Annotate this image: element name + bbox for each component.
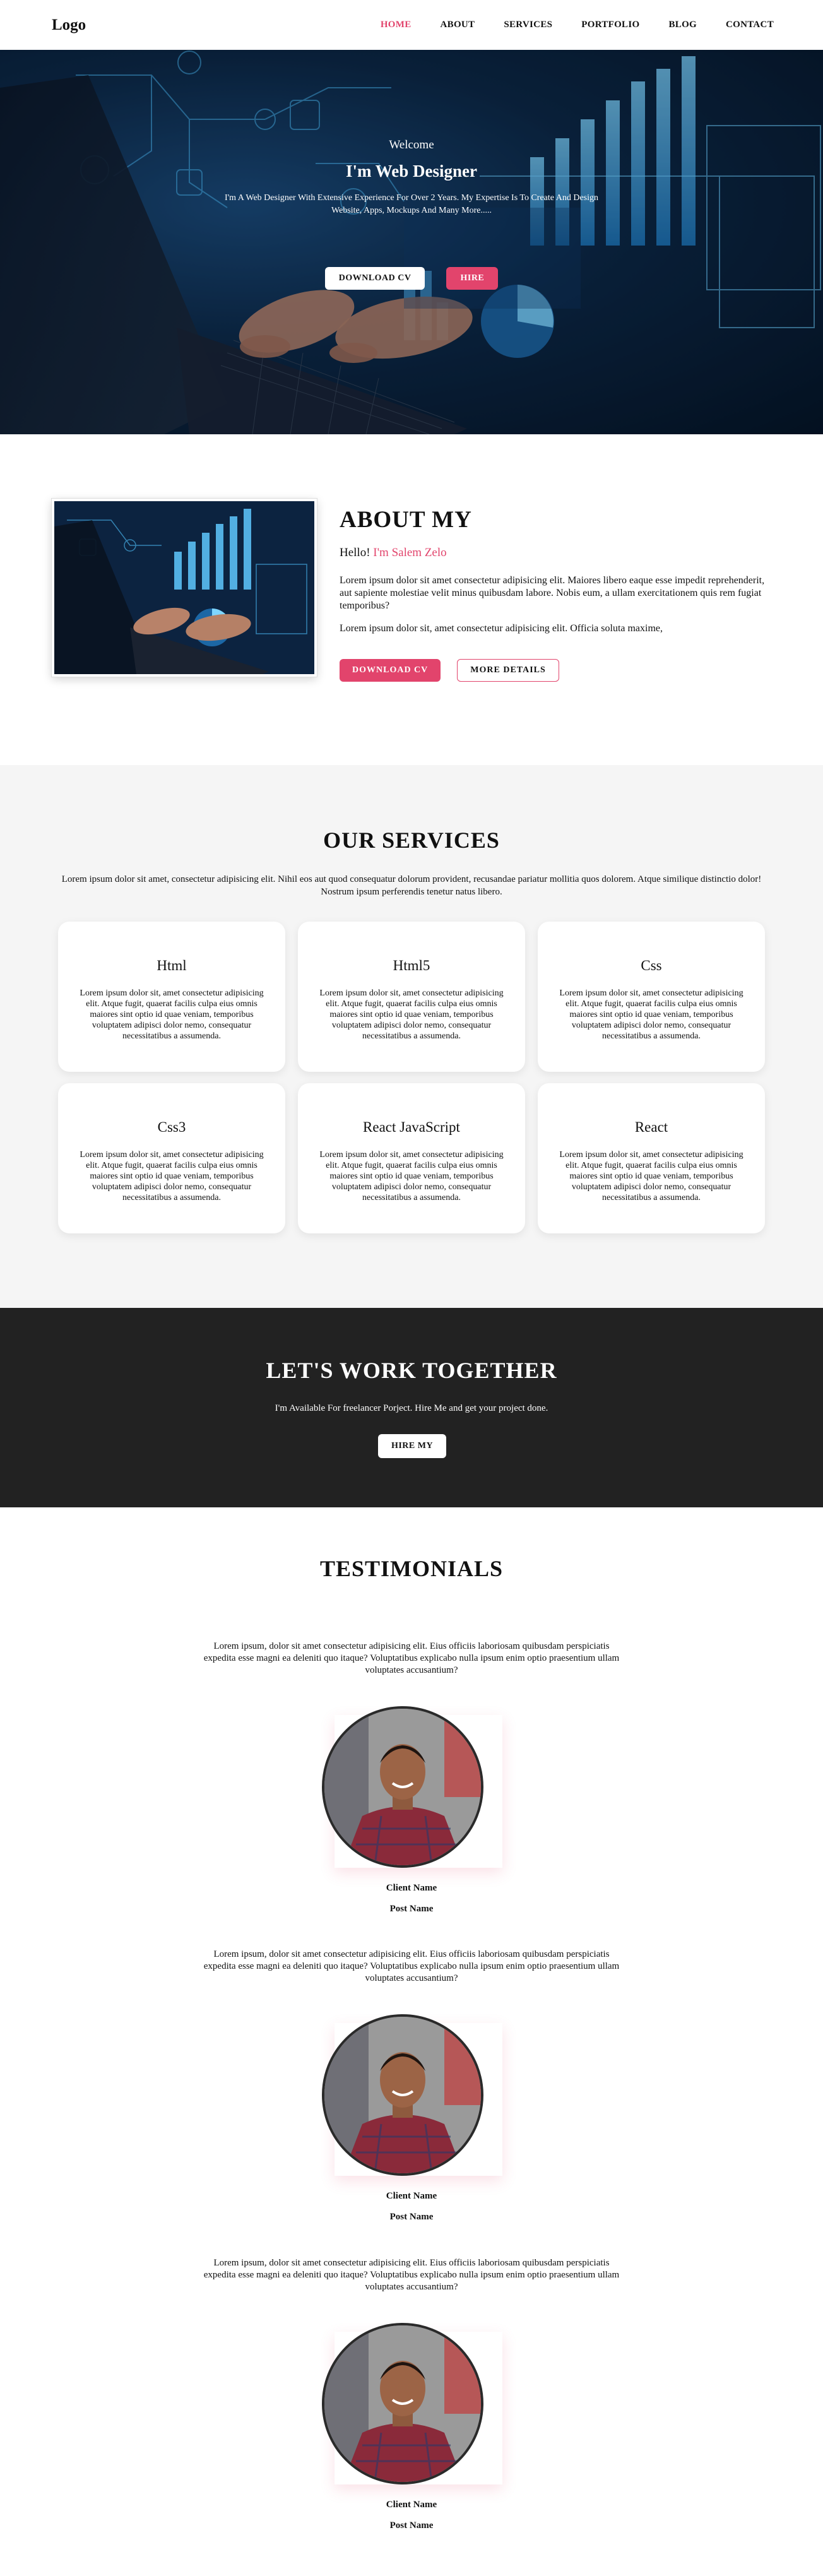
nav-link-about[interactable]: ABOUT: [441, 20, 475, 30]
client-post: Post Name: [389, 2520, 434, 2531]
hero-title: I'm Web Designer: [346, 162, 477, 181]
navbar: Logo HOME ABOUT SERVICES PORTFOLIO BLOG …: [0, 0, 823, 50]
service-card: Css3 Lorem ipsum dolor sit, amet consect…: [58, 1083, 285, 1233]
nav-link-services[interactable]: SERVICES: [504, 20, 552, 30]
service-card-title: React JavaScript: [363, 1119, 460, 1135]
service-card: Css Lorem ipsum dolor sit, amet consecte…: [538, 922, 765, 1072]
testimonial-quote: Lorem ipsum, dolor sit amet consectetur …: [203, 1949, 620, 1984]
service-card: React Lorem ipsum dolor sit, amet consec…: [538, 1083, 765, 1233]
hero-overlay: [0, 50, 823, 434]
hero-welcome: Welcome: [389, 138, 434, 151]
service-card: Html5 Lorem ipsum dolor sit, amet consec…: [298, 922, 525, 1072]
about-paragraph-1: Lorem ipsum dolor sit amet consectetur a…: [340, 575, 765, 611]
testimonial-item: Lorem ipsum, dolor sit amet consectetur …: [0, 1641, 823, 1937]
service-card-text: Lorem ipsum dolor sit, amet consectetur …: [319, 988, 504, 1042]
nav-link-portfolio[interactable]: PORTFOLIO: [581, 20, 639, 30]
client-name: Client Name: [386, 2500, 437, 2510]
client-name: Client Name: [386, 1883, 437, 1893]
client-post: Post Name: [389, 2212, 434, 2222]
hero-section: Welcome I'm Web Designer I'm A Web Desig…: [0, 50, 823, 434]
nav-links: HOME ABOUT SERVICES PORTFOLIO BLOG CONTA…: [352, 20, 774, 30]
client-avatar: [322, 2014, 483, 2176]
logo[interactable]: Logo: [52, 16, 86, 34]
cta-title: LET'S WORK TOGETHER: [266, 1358, 557, 1383]
services-description: Lorem ipsum dolor sit amet, consectetur …: [61, 874, 762, 897]
about-more-details-button[interactable]: MORE DETAILS: [457, 659, 559, 682]
about-name: I'm Salem Zelo: [373, 546, 447, 559]
hero-buttons: DOWNLOAD CV HIRE: [0, 267, 823, 290]
nav-link-blog[interactable]: BLOG: [668, 20, 697, 30]
service-card-title: React: [634, 1119, 668, 1135]
testimonial-quote: Lorem ipsum, dolor sit amet consectetur …: [203, 2258, 620, 2293]
services-title: OUR SERVICES: [323, 828, 500, 853]
service-card: Html Lorem ipsum dolor sit, amet consect…: [58, 922, 285, 1072]
client-post: Post Name: [389, 1904, 434, 1914]
work-together-section: LET'S WORK TOGETHER I'm Available For fr…: [0, 1308, 823, 1507]
service-card: React JavaScript Lorem ipsum dolor sit, …: [298, 1083, 525, 1233]
about-download-cv-button[interactable]: DOWNLOAD CV: [340, 659, 441, 682]
service-card-title: Html5: [393, 958, 430, 973]
service-card-title: Css3: [157, 1119, 186, 1135]
cta-description: I'm Available For freelancer Porject. Hi…: [275, 1403, 548, 1413]
about-text: ABOUT MY Hello! I'm Salem Zelo Lorem ips…: [340, 506, 769, 682]
testimonial-photo-wrap: [322, 2323, 502, 2484]
about-image: [52, 499, 317, 677]
about-buttons: DOWNLOAD CV MORE DETAILS: [340, 659, 769, 682]
testimonial-photo-wrap: [322, 1706, 502, 1868]
testimonial-item: Lorem ipsum, dolor sit amet consectetur …: [0, 1949, 823, 2245]
service-card-text: Lorem ipsum dolor sit, amet consectetur …: [559, 1150, 743, 1203]
service-card-text: Lorem ipsum dolor sit, amet consectetur …: [319, 1150, 504, 1203]
client-name: Client Name: [386, 2191, 437, 2201]
about-title: ABOUT MY: [340, 507, 472, 533]
about-greeting: Hello! I'm Salem Zelo: [340, 546, 769, 560]
nav-link-home[interactable]: HOME: [381, 20, 412, 30]
hero-download-cv-button[interactable]: DOWNLOAD CV: [324, 267, 425, 290]
about-paragraph-2: Lorem ipsum dolor sit, amet consectetur …: [340, 623, 663, 634]
testimonial-quote: Lorem ipsum, dolor sit amet consectetur …: [203, 1641, 620, 1676]
services-section: OUR SERVICES Lorem ipsum dolor sit amet,…: [0, 765, 823, 1308]
client-avatar: [322, 1706, 483, 1868]
service-card-title: Css: [641, 958, 662, 973]
about-hello: Hello!: [340, 546, 370, 559]
services-cards: Html Lorem ipsum dolor sit, amet consect…: [58, 922, 765, 1233]
service-card-text: Lorem ipsum dolor sit, amet consectetur …: [80, 1150, 264, 1203]
nav-link-contact[interactable]: CONTACT: [726, 20, 774, 30]
hero-hire-button[interactable]: HIRE: [446, 267, 499, 290]
testimonial-item: Lorem ipsum, dolor sit amet consectetur …: [0, 2257, 823, 2554]
hire-me-button[interactable]: HIRE MY: [378, 1434, 446, 1458]
service-card-text: Lorem ipsum dolor sit, amet consectetur …: [80, 988, 264, 1042]
service-card-title: Html: [157, 958, 187, 973]
service-card-text: Lorem ipsum dolor sit, amet consectetur …: [559, 988, 743, 1042]
client-avatar: [322, 2323, 483, 2484]
about-section: ABOUT MY Hello! I'm Salem Zelo Lorem ips…: [0, 434, 823, 765]
testimonial-photo-wrap: [322, 2014, 502, 2176]
hero-description: I'm A Web Designer With Extensive Experi…: [224, 193, 599, 215]
testimonials-title: TESTIMONIALS: [319, 1556, 504, 1581]
testimonials-section: TESTIMONIALS Lorem ipsum, dolor sit amet…: [0, 1507, 823, 2576]
